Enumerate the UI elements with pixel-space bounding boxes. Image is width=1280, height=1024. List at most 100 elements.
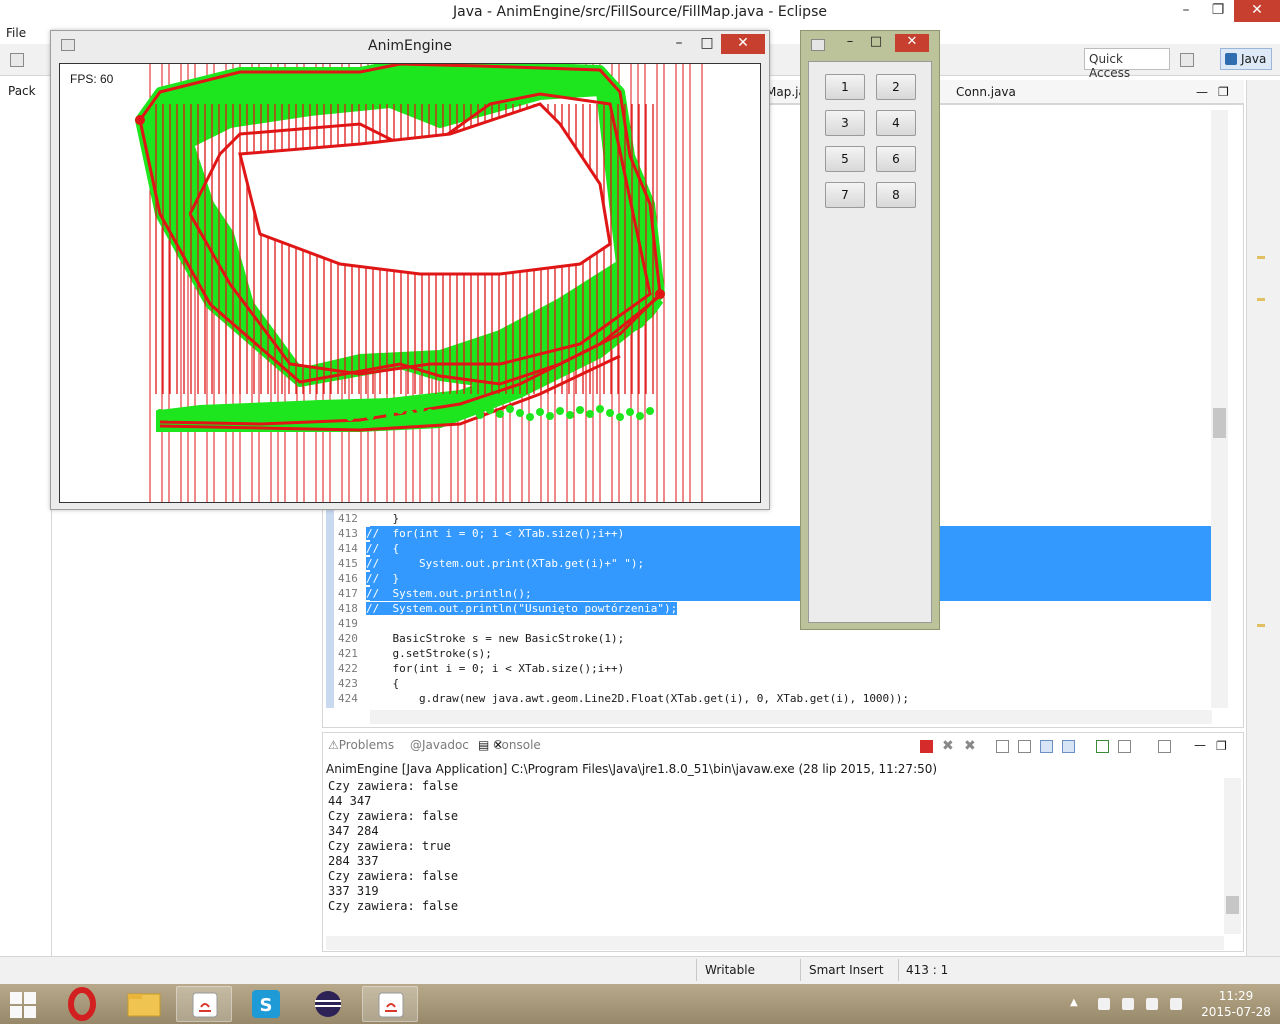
tray-expand-icon[interactable]: ▲ [1070, 998, 1078, 1010]
skype-task[interactable]: S [238, 986, 294, 1022]
number-button-5[interactable]: 5 [825, 146, 865, 172]
number-button-1[interactable]: 1 [825, 74, 865, 100]
code-line[interactable]: 418 // System.out.println("Usunięto powtó… [338, 602, 1212, 617]
button-window-titlebar[interactable]: – □ ✕ [801, 31, 939, 55]
remove-launch-icon[interactable]: ✖ [942, 739, 955, 753]
editor-horizontal-scrollbar[interactable] [370, 710, 1212, 724]
overview-mark[interactable] [1257, 256, 1265, 259]
quick-access-input[interactable]: Quick Access [1084, 48, 1170, 80]
vertex-marker [186, 412, 194, 420]
scroll-lock-icon[interactable] [1018, 740, 1031, 753]
code-line[interactable]: 415 // System.out.print(XTab.get(i)+" "); [338, 557, 1212, 572]
show-on-output-icon[interactable] [1040, 740, 1053, 753]
start-button[interactable] [10, 992, 36, 1018]
animengine-maximize-button[interactable]: □ [693, 34, 721, 54]
minimize-console-icon[interactable]: — [1194, 739, 1207, 753]
editor-vertical-scrollbar[interactable] [1211, 110, 1228, 708]
vertex-marker [256, 413, 264, 421]
vertex-marker [486, 406, 494, 414]
scroll-thumb[interactable] [1226, 896, 1239, 914]
open-console-icon[interactable] [1158, 740, 1171, 753]
code-line[interactable]: 420 BasicStroke s = new BasicStroke(1); [338, 632, 1212, 647]
menu-file[interactable]: File [0, 24, 32, 42]
java-task-2[interactable] [362, 986, 418, 1022]
opera-task[interactable] [54, 986, 110, 1022]
open-perspective-icon[interactable] [1180, 53, 1194, 67]
pin-console-icon[interactable] [1096, 740, 1109, 753]
line-number: 419 [338, 617, 358, 630]
scroll-thumb[interactable] [1213, 408, 1226, 438]
code-line[interactable]: 421 g.setStroke(s); [338, 647, 1212, 662]
action-center-icon[interactable] [1098, 998, 1110, 1010]
package-explorer-tab[interactable]: Pack [8, 84, 36, 98]
minimize-button[interactable]: – [1170, 0, 1202, 22]
line-number: 413 [338, 527, 358, 540]
number-button-4[interactable]: 4 [876, 110, 916, 136]
tab-console[interactable]: ▤ Console ✕ [478, 738, 541, 752]
animengine-window[interactable]: AnimEngine – □ ✕ FPS: 60 [50, 30, 770, 510]
button-window-maximize[interactable]: □ [865, 34, 887, 52]
code-line[interactable]: 413 // for(int i = 0; i < XTab.size();i++… [338, 527, 1212, 542]
terminate-icon[interactable] [920, 740, 933, 753]
flag-icon[interactable] [1122, 998, 1134, 1010]
overview-mark[interactable] [1257, 624, 1265, 627]
network-icon[interactable] [1146, 998, 1158, 1010]
code-line[interactable]: 412 } [338, 512, 1212, 527]
code-line[interactable]: 423 { [338, 677, 1212, 692]
code-line[interactable]: 414 // { [338, 542, 1212, 557]
code-text: // System.out.print(XTab.get(i)+" "); [366, 557, 645, 570]
maximize-console-icon[interactable]: ❐ [1216, 740, 1229, 753]
clock[interactable]: 11:29 2015-07-28 [1198, 988, 1274, 1020]
code-line[interactable]: 419 [338, 617, 1212, 632]
clock-time: 11:29 [1218, 989, 1254, 1003]
java-task-1[interactable] [176, 986, 232, 1022]
code-line[interactable]: 422 for(int i = 0; i < XTab.size();i++) [338, 662, 1212, 677]
code-text: { [366, 677, 400, 690]
animengine-titlebar[interactable]: AnimEngine – □ ✕ [51, 31, 769, 57]
status-cursor-position: 413 : 1 [906, 963, 949, 977]
volume-icon[interactable] [1170, 998, 1182, 1010]
number-button-3[interactable]: 3 [825, 110, 865, 136]
number-button-8[interactable]: 8 [876, 182, 916, 208]
show-on-error-icon[interactable] [1062, 740, 1075, 753]
vertex-marker [436, 413, 444, 421]
clear-console-icon[interactable] [996, 740, 1009, 753]
maximize-editor-icon[interactable]: ❐ [1218, 85, 1229, 99]
line-number: 418 [338, 602, 358, 615]
new-icon[interactable] [10, 53, 24, 67]
number-button-6[interactable]: 6 [876, 146, 916, 172]
console-horizontal-scrollbar[interactable] [326, 936, 1224, 950]
tab-javadoc[interactable]: @ Javadoc [410, 738, 469, 752]
console-line: 337 319 [328, 884, 379, 898]
button-window-close[interactable]: ✕ [895, 34, 929, 52]
restore-button[interactable]: ❐ [1202, 0, 1234, 22]
code-line[interactable]: 417 // System.out.println(); [338, 587, 1212, 602]
remove-all-icon[interactable]: ✖ [964, 739, 977, 753]
tab-problems[interactable]: ⚠ Problems [328, 738, 394, 752]
eclipse-task[interactable] [300, 986, 356, 1022]
java-perspective-button[interactable]: Java [1220, 48, 1272, 70]
number-button-7[interactable]: 7 [825, 182, 865, 208]
code-text: BasicStroke s = new BasicStroke(1); [366, 632, 625, 645]
console-vertical-scrollbar[interactable] [1224, 778, 1241, 934]
code-text: for(int i = 0; i < XTab.size();i++) [366, 662, 625, 675]
explorer-task[interactable] [116, 986, 172, 1022]
vertex-marker [286, 407, 294, 415]
code-line[interactable]: 424 g.draw(new java.awt.geom.Line2D.Floa… [338, 692, 1212, 707]
editor-tab-conn[interactable]: Conn.java [956, 85, 1016, 99]
display-console-icon[interactable] [1118, 740, 1131, 753]
animengine-minimize-button[interactable]: – [665, 34, 693, 54]
console-line: Czy zawiera: false [328, 869, 459, 883]
close-button[interactable]: ✕ [1234, 0, 1280, 22]
status-separator [898, 959, 899, 981]
minimize-editor-icon[interactable]: — [1196, 85, 1208, 99]
overview-mark[interactable] [1257, 298, 1265, 301]
number-button-2[interactable]: 2 [876, 74, 916, 100]
animengine-close-button[interactable]: ✕ [721, 34, 765, 54]
render-canvas[interactable]: FPS: 60 [59, 63, 761, 503]
vertex-marker [416, 405, 424, 413]
button-window[interactable]: – □ ✕ 12345678 [800, 30, 940, 630]
button-window-minimize[interactable]: – [839, 34, 861, 52]
vertex-marker [426, 409, 434, 417]
code-line[interactable]: 416 // } [338, 572, 1212, 587]
